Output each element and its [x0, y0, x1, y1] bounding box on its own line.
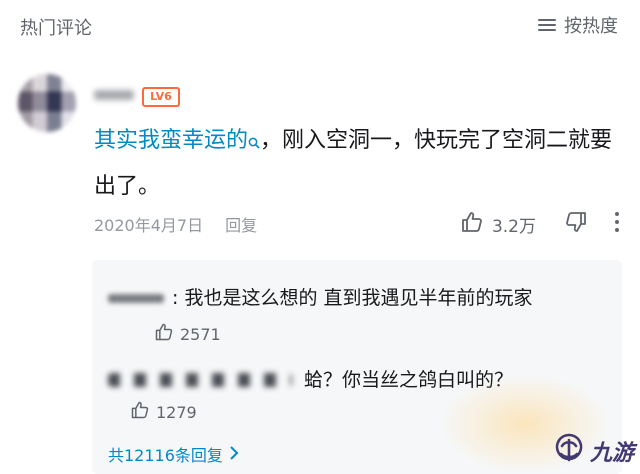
avatar[interactable] — [18, 74, 76, 132]
watermark-text: 九游 — [589, 441, 634, 466]
reply-username-blurred[interactable] — [108, 373, 292, 387]
reply-like-button[interactable]: 2571 — [154, 322, 221, 346]
dislike-button[interactable] — [564, 210, 588, 238]
reply-text: 我也是这么想的 直到我遇见半年前的玩家 — [184, 287, 533, 309]
reply-like-button[interactable]: 1279 — [130, 400, 197, 424]
reply-username-blurred[interactable] — [108, 294, 164, 303]
thumbs-down-icon — [564, 212, 588, 238]
reply-button[interactable]: 回复 — [225, 212, 257, 236]
reply-like-count: 2571 — [180, 324, 221, 344]
comment-meta: 2020年4月7日 回复 — [94, 212, 257, 236]
thumbs-up-icon — [460, 210, 484, 239]
reply-item: : 我也是这么想的 直到我遇见半年前的玩家 — [108, 280, 608, 316]
comment-date: 2020年4月7日 — [94, 216, 204, 235]
watermark: 九游 — [552, 432, 634, 470]
view-all-replies-link[interactable]: 共12116条回复 — [108, 442, 239, 466]
chevron-right-icon — [229, 445, 239, 464]
section-title: 热门评论 — [20, 18, 92, 39]
sort-lines-icon — [538, 18, 556, 32]
like-button[interactable]: 3.2万 — [460, 210, 536, 239]
more-replies-label: 共12116条回复 — [108, 446, 223, 465]
thumbs-up-icon — [130, 400, 150, 424]
keyword-link[interactable]: 其实我蛮幸运的 — [94, 128, 248, 153]
more-options-icon[interactable] — [614, 212, 620, 234]
thumbs-up-icon — [154, 322, 174, 346]
reply-like-count: 1279 — [156, 402, 197, 422]
level-badge: LV6 — [142, 87, 180, 107]
sort-by-hot-button[interactable]: 按热度 — [538, 12, 618, 38]
like-count: 3.2万 — [491, 217, 536, 237]
username-blurred[interactable] — [94, 90, 134, 100]
nine-game-logo-icon — [552, 432, 586, 470]
sort-label: 按热度 — [564, 16, 618, 37]
comment-text: 其实我蛮幸运的 ，刚入空洞一，快玩完了空洞二就要出了。 — [94, 120, 624, 208]
search-icon — [248, 124, 260, 166]
